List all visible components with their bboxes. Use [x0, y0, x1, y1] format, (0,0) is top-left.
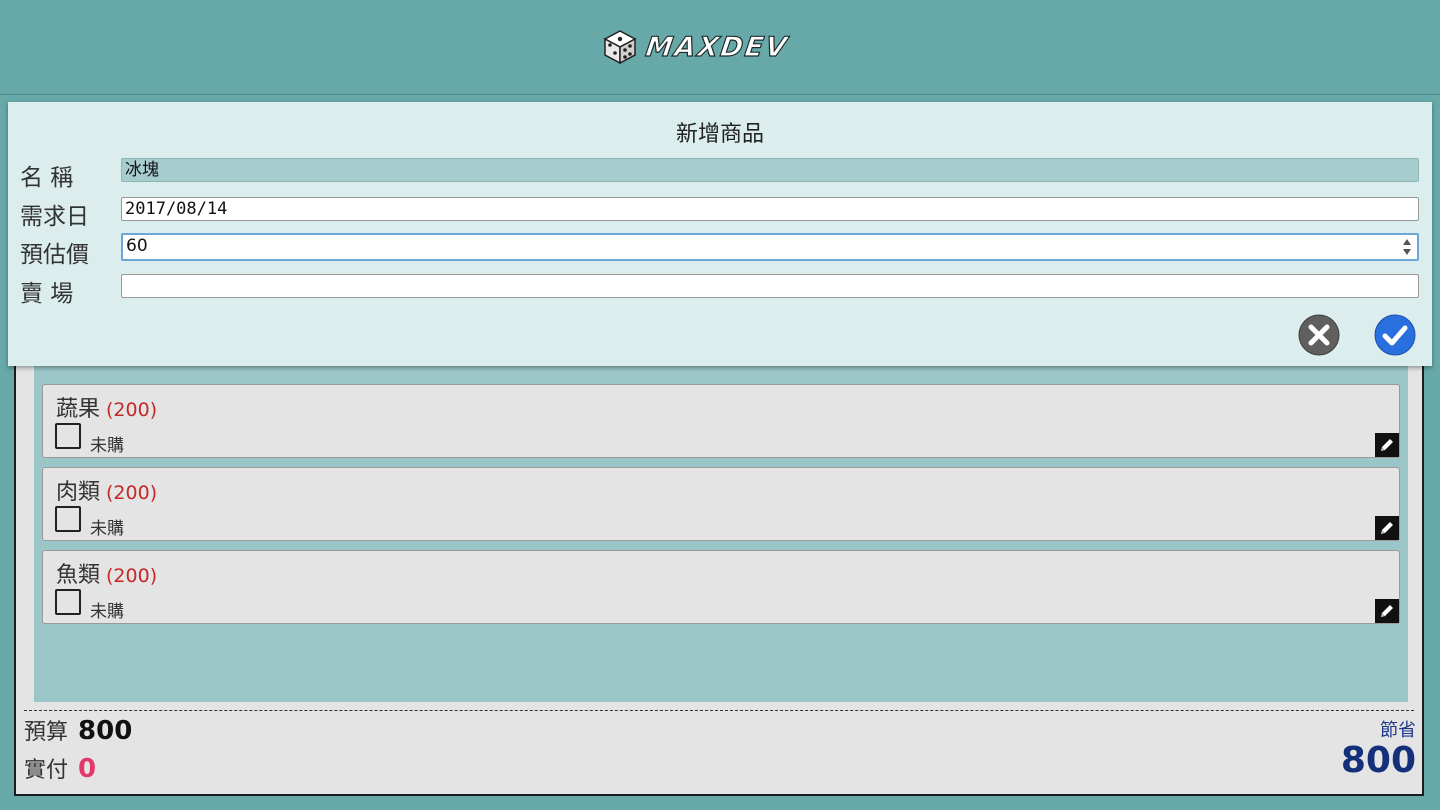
item-status: 未購 — [90, 436, 124, 456]
budget-label: 預算 — [24, 720, 69, 745]
pencil-icon — [1381, 439, 1393, 451]
number-spinner[interactable] — [1403, 239, 1411, 255]
item-title: 魚類 (200) — [56, 557, 157, 589]
spin-down-icon[interactable] — [1403, 249, 1411, 255]
date-field[interactable]: 2017/08/14 — [121, 197, 1419, 221]
summary-divider — [24, 710, 1414, 711]
item-title: 肉類 (200) — [56, 474, 157, 506]
item-name: 蔬果 — [56, 397, 101, 422]
close-circle-icon[interactable] — [1298, 314, 1340, 356]
item-status: 未購 — [90, 602, 124, 622]
add-item-dialog: 新增商品 名 稱 冰塊 需求日 2017/08/14 預估價 60 賣 場 — [8, 102, 1432, 366]
item-name: 魚類 — [56, 563, 101, 588]
edit-button[interactable] — [1375, 516, 1399, 540]
item-name: 肉類 — [56, 480, 101, 505]
paid-row: 實付 0 — [24, 752, 96, 784]
item-status: 未購 — [90, 519, 124, 539]
date-label: 需求日 — [20, 204, 89, 230]
brand-logo[interactable]: MAXDEV — [602, 28, 791, 66]
budget-row: 預算 800 — [24, 714, 132, 746]
item-price: (200) — [106, 482, 158, 504]
price-field[interactable]: 60 — [121, 233, 1419, 261]
shopping-list-panel: 蔬果 (200) 未購 肉類 (200) 未購 魚類 (200) 未購 預算 800 — [14, 360, 1424, 796]
check-circle-icon[interactable] — [1374, 314, 1416, 356]
dice-icon — [603, 30, 637, 65]
list-item[interactable]: 魚類 (200) 未購 — [42, 550, 1400, 624]
edit-button[interactable] — [1375, 599, 1399, 623]
price-value: 60 — [126, 236, 148, 256]
store-field[interactable] — [121, 274, 1419, 298]
savings-label: 節省 — [1380, 720, 1416, 741]
purchased-checkbox[interactable] — [55, 506, 81, 532]
item-price: (200) — [106, 565, 158, 587]
name-field[interactable]: 冰塊 — [121, 158, 1419, 182]
pencil-icon — [1381, 522, 1393, 534]
purchased-checkbox[interactable] — [55, 589, 81, 615]
edit-button[interactable] — [1375, 433, 1399, 457]
budget-value: 800 — [78, 716, 133, 746]
purchased-checkbox[interactable] — [55, 423, 81, 449]
item-price: (200) — [106, 399, 158, 421]
paid-label: 實付 — [24, 758, 69, 783]
list-item[interactable]: 蔬果 (200) 未購 — [42, 384, 1400, 458]
price-label: 預估價 — [20, 242, 89, 268]
brand-name: MAXDEV — [643, 31, 791, 63]
pencil-icon — [1381, 605, 1393, 617]
item-list: 蔬果 (200) 未購 肉類 (200) 未購 魚類 (200) 未購 — [34, 362, 1408, 702]
app-header: MAXDEV — [0, 0, 1440, 95]
name-label: 名 稱 — [20, 165, 74, 191]
store-label: 賣 場 — [20, 281, 74, 307]
dialog-title: 新增商品 — [675, 122, 764, 147]
spin-up-icon[interactable] — [1403, 239, 1411, 245]
savings-value: 800 — [1340, 740, 1416, 781]
paid-value: 0 — [78, 754, 97, 784]
list-item[interactable]: 肉類 (200) 未購 — [42, 467, 1400, 541]
item-title: 蔬果 (200) — [56, 391, 157, 423]
